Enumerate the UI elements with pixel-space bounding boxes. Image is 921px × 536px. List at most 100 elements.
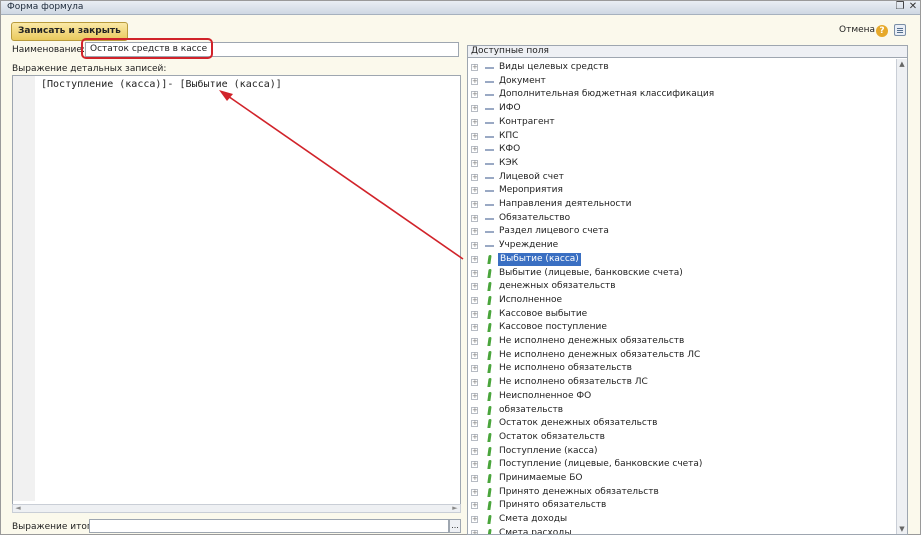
field-item[interactable]: + Мероприятия [468,184,888,197]
field-item[interactable]: + денежных обязательств [468,280,888,293]
field-item[interactable]: + Остаток обязательств [468,431,888,444]
scroll-up-icon[interactable]: ▲ [897,60,907,68]
editor-horizontal-scrollbar[interactable]: ◄ ► [12,504,461,513]
expand-icon[interactable]: + [471,379,478,387]
expand-icon[interactable]: + [471,91,478,99]
field-item[interactable]: + Выбытие (касса) [468,252,888,266]
field-item[interactable]: + Исполненное [468,294,888,307]
dimension-icon [485,231,494,234]
expand-icon[interactable]: + [471,420,478,428]
expand-icon[interactable]: + [471,146,478,154]
field-item[interactable]: + Раздел лицевого счета [468,225,888,238]
cancel-link[interactable]: Отмена [839,25,875,35]
expand-icon[interactable]: + [471,338,478,345]
field-item[interactable]: + Не исполнено обязательств [468,362,888,375]
resource-icon [487,337,492,346]
total-expression-input[interactable] [89,519,449,533]
field-item[interactable]: + Поступление (лицевые, банковские счета) [468,458,888,471]
help-icon[interactable]: ? [876,25,888,37]
field-item[interactable]: + Учреждение [468,239,888,252]
field-item[interactable]: + Документ [468,75,888,88]
field-item[interactable]: + Виды целевых средств [468,61,888,74]
field-item[interactable]: + Принимаемые БО [468,472,888,485]
field-item[interactable]: + Контрагент [468,116,888,129]
expand-icon[interactable]: + [471,242,478,250]
expand-icon[interactable]: + [471,502,478,510]
expand-icon[interactable]: + [471,351,478,359]
scroll-down-icon[interactable]: ▼ [897,525,907,533]
field-item[interactable]: + Не исполнено обязательств ЛС [468,376,888,389]
detail-expression-editor[interactable]: [Поступление (касса)]- [Выбытие (касса)] [12,75,461,513]
expand-icon[interactable]: + [471,118,478,126]
field-item[interactable]: + Поступление (касса) [468,445,888,458]
detail-expression-text[interactable]: [Поступление (касса)]- [Выбытие (касса)] [41,79,282,90]
field-item[interactable]: + КПС [468,130,888,143]
field-item[interactable]: + Направления деятельности [468,198,888,211]
scroll-left-icon[interactable]: ◄ [14,505,22,512]
expand-icon[interactable]: + [471,255,478,263]
scroll-right-icon[interactable]: ► [451,505,459,512]
expand-icon[interactable]: + [471,269,478,277]
resource-icon [487,254,492,264]
field-item[interactable]: + Кассовое выбытие [468,308,888,321]
expand-icon[interactable]: + [471,214,478,222]
field-item[interactable]: + Остаток денежных обязательств [468,417,888,430]
expand-icon[interactable]: + [471,283,478,291]
menu-icon[interactable] [894,24,906,36]
field-item[interactable]: + Не исполнено денежных обязательств [468,335,888,348]
field-item[interactable]: + Смета доходы [468,513,888,526]
field-item[interactable]: + Принято денежных обязательств [468,486,888,499]
fields-vertical-scrollbar[interactable]: ▲ ▼ [896,59,907,534]
expand-icon[interactable]: + [471,392,478,400]
dimension-icon [485,204,494,206]
expand-icon[interactable]: + [471,159,478,167]
expand-icon[interactable]: + [471,365,478,373]
field-item-label: Принято денежных обязательств [499,486,659,497]
field-item[interactable]: + Выбытие (лицевые, банковские счета) [468,267,888,280]
field-item-label: Обязательство [499,212,571,223]
field-item[interactable]: + Кассовое поступление [468,321,888,334]
field-item[interactable]: + Дополнительная бюджетная классификация [468,88,888,101]
expand-icon[interactable]: + [471,447,478,455]
available-fields-tree[interactable]: + Виды целевых средств + Документ + Дополните… [467,58,908,535]
field-item[interactable]: + обязательств [468,404,888,417]
field-item[interactable]: + Принято обязательств [468,499,888,512]
field-item[interactable]: + КЭК [468,157,888,170]
field-item-label: денежных обязательств [499,281,616,292]
expand-icon[interactable]: + [471,461,478,469]
field-item-label: Поступление (касса) [499,445,598,456]
field-item[interactable]: + Лицевой счет [468,171,888,184]
field-item[interactable]: + ИФО [468,102,888,115]
expand-icon[interactable]: + [471,173,478,181]
field-item[interactable]: + Не исполнено денежных обязательств ЛС [468,349,888,362]
field-item[interactable]: + КФО [468,143,888,156]
name-highlight-annotation [81,38,213,59]
expand-icon[interactable]: + [471,228,478,236]
restore-icon[interactable]: ❐ [894,1,906,13]
resource-icon [487,323,492,333]
expand-icon[interactable]: + [471,77,478,85]
field-item[interactable]: + Неисполненное ФО [468,390,888,403]
expand-icon[interactable]: + [471,324,478,332]
close-icon[interactable]: ✕ [907,1,919,13]
expand-icon[interactable]: + [471,64,478,71]
expand-icon[interactable]: + [471,433,478,441]
resource-icon [487,282,492,292]
expand-icon[interactable]: + [471,187,478,195]
field-item-label: Не исполнено денежных обязательств [499,336,685,346]
total-expression-select-button[interactable]: ... [449,519,461,533]
expand-icon[interactable]: + [471,529,478,534]
field-item[interactable]: + Смета расходы [468,527,888,534]
field-item-label: Принимаемые БО [499,473,583,483]
field-item[interactable]: + Обязательство [468,212,888,225]
formula-form-window: Форма формула ❐ ✕ Записать и закрыть Отм… [0,0,921,535]
expand-icon[interactable]: + [471,406,478,414]
expand-icon[interactable]: + [471,516,478,524]
expand-icon[interactable]: + [471,105,478,113]
expand-icon[interactable]: + [471,310,478,318]
expand-icon[interactable]: + [471,132,478,140]
expand-icon[interactable]: + [471,488,478,496]
expand-icon[interactable]: + [471,475,478,482]
expand-icon[interactable]: + [471,201,478,208]
expand-icon[interactable]: + [471,296,478,304]
